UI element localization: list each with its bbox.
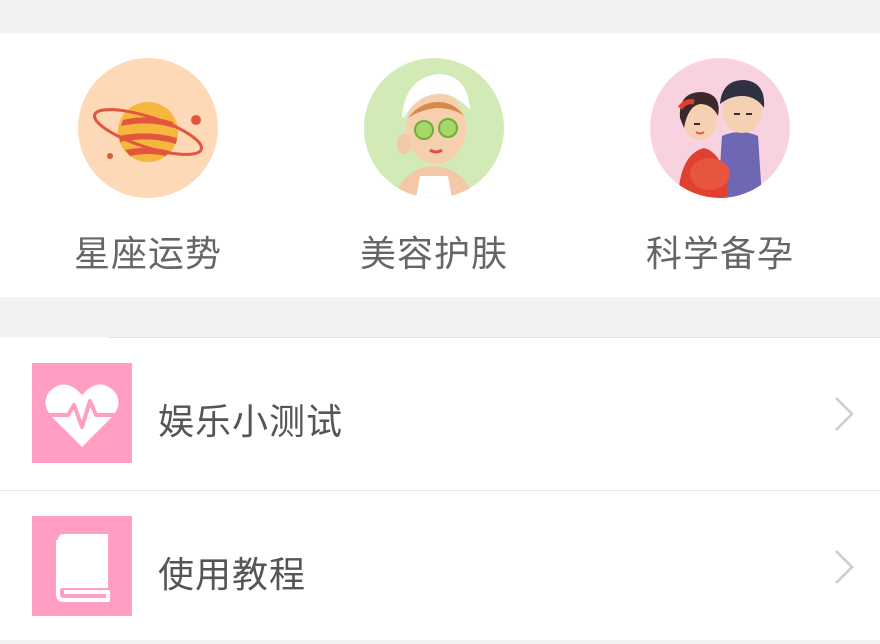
planet-icon [78, 58, 218, 198]
grid-item-skincare[interactable]: 美容护肤 [286, 33, 572, 297]
couple-pregnancy-icon [650, 58, 790, 198]
book-icon [32, 516, 132, 616]
menu-list: 娱乐小测试 使用教程 [0, 337, 880, 640]
beauty-face-icon [364, 58, 504, 198]
grid-item-label: 科学备孕 [645, 234, 794, 275]
list-item-entertainment-quiz[interactable]: 娱乐小测试 [0, 337, 880, 490]
heartbeat-icon [32, 363, 132, 463]
grid-item-label: 美容护肤 [359, 234, 508, 275]
list-item-label: 娱乐小测试 [158, 402, 344, 443]
feature-grid: 星座运势 美容护肤 科学备孕 [0, 33, 880, 297]
list-item-label: 使用教程 [158, 555, 307, 596]
grid-item-pregnancy[interactable]: 科学备孕 [572, 33, 858, 297]
list-item-tutorial[interactable]: 使用教程 [0, 491, 880, 644]
chevron-right-icon [832, 548, 856, 590]
grid-item-label: 星座运势 [73, 234, 222, 275]
chevron-right-icon [832, 395, 856, 437]
grid-item-horoscope[interactable]: 星座运势 [0, 33, 286, 297]
